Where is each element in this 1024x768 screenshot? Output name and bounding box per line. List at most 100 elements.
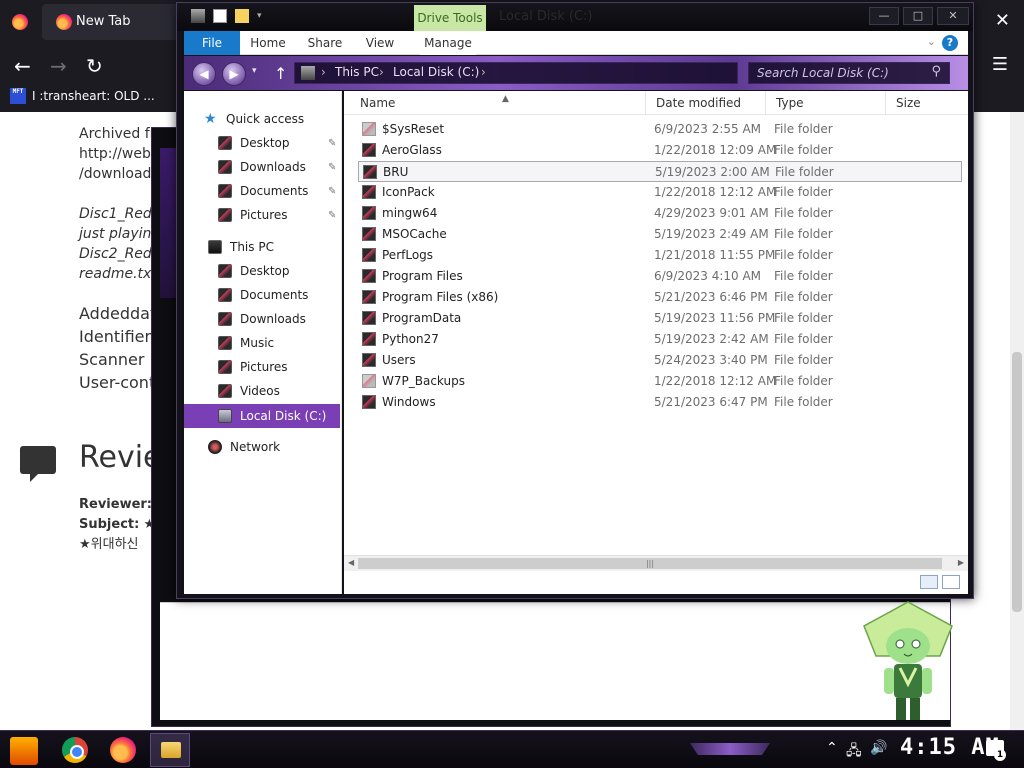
breadcrumb-local-disk[interactable]: Local Disk (C:) [393,65,479,79]
hamburger-menu-icon[interactable]: ☰ [992,54,1008,75]
horizontal-scrollbar[interactable]: ◀ ||| ▶ [344,555,968,571]
file-type: File folder [774,332,833,346]
scroll-right-icon[interactable]: ▶ [958,558,964,567]
tab-file[interactable]: File [184,31,240,55]
nav-quick-access[interactable]: ★ Quick access [204,109,304,129]
chevron-up-icon[interactable]: ⌃ [826,740,838,756]
file-date: 1/22/2018 12:09 AM [654,143,777,157]
nav-local-disk[interactable]: Local Disk (C:) [184,404,340,428]
file-row[interactable]: BRU 5/19/2023 2:00 AM File folder [358,161,962,182]
tab-new-tab[interactable]: New Tab [42,4,182,40]
tab-share[interactable]: Share [302,31,348,55]
file-explorer-window: ▾ Drive Tools Local Disk (C:) — □ ✕ File… [176,2,974,599]
minimize-button[interactable]: — [869,7,899,25]
column-type[interactable]: Type [766,91,886,115]
firefox-taskbar-icon[interactable] [110,737,136,763]
volume-icon[interactable]: 🔊 [870,740,887,756]
column-name[interactable]: Name ▲ [350,91,646,115]
nav-pc-desktop[interactable]: Desktop [218,261,290,281]
tab-view[interactable]: View [360,31,400,55]
quick-access-toolbar: ▾ [191,9,262,23]
nav-qa-desktop[interactable]: Desktop ✎ [218,133,338,153]
file-explorer-taskbar-button[interactable] [150,733,190,767]
nav-label: Local Disk (C:) [240,409,327,423]
folder-icon [218,336,232,350]
scroll-left-icon[interactable]: ◀ [348,558,354,567]
nav-pc-pictures[interactable]: Pictures [218,357,288,377]
large-icons-view-icon[interactable] [942,575,960,589]
file-row[interactable]: PerfLogs 1/21/2018 11:55 PM File folder [358,245,962,266]
bookmark-item[interactable]: MFT I :transheart: OLD ... [10,88,155,104]
recent-locations-icon[interactable]: ▾ [252,66,257,76]
column-date[interactable]: Date modified [646,91,766,115]
firefox-icon[interactable] [12,14,28,30]
new-folder-icon[interactable] [235,9,249,23]
expand-ribbon-icon[interactable]: ⌄ [927,35,936,48]
folder-icon [362,290,376,304]
nav-pc-videos[interactable]: Videos [218,381,280,401]
drive-tools-context-tab: Drive Tools [414,5,486,31]
nav-qa-downloads[interactable]: Downloads ✎ [218,157,338,177]
close-button[interactable]: ✕ [937,7,969,25]
nav-pc-documents[interactable]: Documents [218,285,308,305]
details-view-icon[interactable] [920,575,938,589]
file-row[interactable]: Program Files 6/9/2023 4:10 AM File folder [358,266,962,287]
nav-network[interactable]: Network [208,437,280,457]
file-type: File folder [774,248,833,262]
chrome-icon[interactable] [62,737,88,763]
file-name: $SysReset [382,122,445,136]
reload-button[interactable]: ↻ [86,56,103,76]
ribbon-tabs: File Home Share View Manage ⌄ ? [184,31,968,55]
maximize-button[interactable]: □ [903,7,933,25]
folder-icon [218,312,232,326]
back-button[interactable]: ← [14,56,31,76]
pc-icon[interactable] [191,9,205,23]
file-name: AeroGlass [382,143,442,157]
file-row[interactable]: IconPack 1/22/2018 12:12 AM File folder [358,182,962,203]
network-tray-icon[interactable]: 🖧 [846,740,862,764]
search-input[interactable]: Search Local Disk (C:) ⚲ [748,62,950,84]
start-button[interactable] [10,737,38,765]
column-size[interactable]: Size [886,91,968,115]
horizontal-scrollbar-thumb[interactable]: ||| [358,558,942,569]
forward-nav-button[interactable]: ▶ [222,62,246,86]
file-row[interactable]: AeroGlass 1/22/2018 12:09 AM File folder [358,140,962,161]
nav-label: Desktop [240,136,290,150]
file-row[interactable]: MSOCache 5/19/2023 2:49 AM File folder [358,224,962,245]
file-date: 1/22/2018 12:12 AM [654,185,777,199]
help-icon[interactable]: ? [942,35,958,51]
nav-pc-music[interactable]: Music [218,333,274,353]
tab-manage[interactable]: Manage [420,31,476,55]
folder-icon [362,332,376,346]
file-row[interactable]: ProgramData 5/19/2023 11:56 PM File folder [358,308,962,329]
nav-qa-documents[interactable]: Documents ✎ [218,181,338,201]
breadcrumb-this-pc[interactable]: This PC [335,65,379,79]
title-bar[interactable]: ▾ Drive Tools Local Disk (C:) — □ ✕ [177,3,973,31]
address-field[interactable]: › This PC › Local Disk (C:) › [294,62,738,84]
nav-qa-pictures[interactable]: Pictures ✎ [218,205,338,225]
properties-icon[interactable] [213,9,227,23]
chevron-down-icon[interactable]: ▾ [257,11,262,21]
file-row[interactable]: W7P_Backups 1/22/2018 12:12 AM File folder [358,371,962,392]
forward-button[interactable]: → [50,56,67,76]
file-row[interactable]: Python27 5/19/2023 2:42 AM File folder [358,329,962,350]
nav-label: Videos [240,384,280,398]
nav-label: Downloads [240,160,306,174]
back-nav-button[interactable]: ◀ [192,62,216,86]
tab-home[interactable]: Home [246,31,290,55]
file-row[interactable]: Users 5/24/2023 3:40 PM File folder [358,350,962,371]
close-browser-button[interactable]: ✕ [995,10,1010,31]
file-row[interactable]: Program Files (x86) 5/21/2023 6:46 PM File… [358,287,962,308]
file-row[interactable]: mingw64 4/29/2023 9:01 AM File folder [358,203,962,224]
search-icon[interactable]: ⚲ [931,64,941,79]
file-row[interactable]: $SysReset 6/9/2023 2:55 AM File folder [358,119,962,140]
file-row[interactable]: Windows 5/21/2023 6:47 PM File folder [358,392,962,413]
page-scrollbar[interactable] [1010,112,1024,730]
file-date: 5/24/2023 3:40 PM [654,353,768,367]
up-arrow-icon[interactable]: ↑ [274,64,287,83]
clock[interactable]: 4:15 AM [900,735,1000,760]
page-scrollbar-thumb[interactable] [1012,352,1022,612]
folder-icon [218,360,232,374]
nav-pc-downloads[interactable]: Downloads [218,309,306,329]
nav-this-pc[interactable]: This PC [208,237,274,257]
